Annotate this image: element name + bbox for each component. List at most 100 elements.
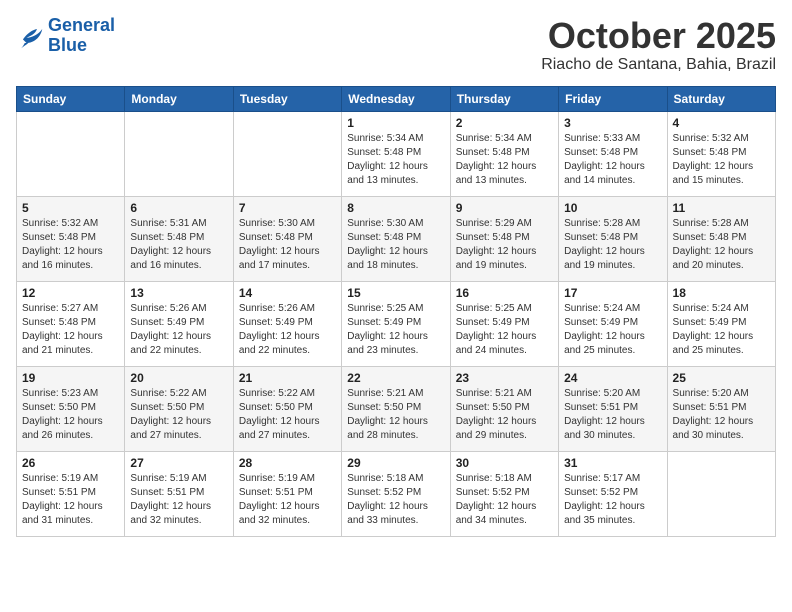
calendar-cell (125, 111, 233, 196)
calendar-cell: 29 Sunrise: 5:18 AM Sunset: 5:52 PM Dayli… (342, 451, 450, 536)
weekday-header-cell: Sunday (17, 86, 125, 111)
calendar-cell: 27 Sunrise: 5:19 AM Sunset: 5:51 PM Dayli… (125, 451, 233, 536)
calendar-cell: 6 Sunrise: 5:31 AM Sunset: 5:48 PM Daylig… (125, 196, 233, 281)
calendar-cell: 10 Sunrise: 5:28 AM Sunset: 5:48 PM Dayli… (559, 196, 667, 281)
calendar-cell (17, 111, 125, 196)
day-info: Sunrise: 5:21 AM Sunset: 5:50 PM Dayligh… (347, 387, 444, 443)
day-number: 18 (673, 286, 770, 300)
logo-line1: General (48, 15, 115, 35)
calendar-week-row: 12 Sunrise: 5:27 AM Sunset: 5:48 PM Dayli… (17, 281, 776, 366)
day-number: 31 (564, 456, 661, 470)
day-number: 19 (22, 371, 119, 385)
calendar-cell: 26 Sunrise: 5:19 AM Sunset: 5:51 PM Dayli… (17, 451, 125, 536)
day-info: Sunrise: 5:26 AM Sunset: 5:49 PM Dayligh… (130, 302, 227, 358)
calendar-cell: 1Sunrise: 5:34 AM Sunset: 5:48 PM Daylig… (342, 111, 450, 196)
calendar-cell: 21 Sunrise: 5:22 AM Sunset: 5:50 PM Dayli… (233, 366, 341, 451)
calendar-cell: 28Sunrise: 5:19 AM Sunset: 5:51 PM Dayli… (233, 451, 341, 536)
calendar-cell: 24 Sunrise: 5:20 AM Sunset: 5:51 PM Dayli… (559, 366, 667, 451)
day-number: 16 (456, 286, 553, 300)
day-info: Sunrise: 5:18 AM Sunset: 5:52 PM Dayligh… (347, 472, 444, 528)
day-number: 13 (130, 286, 227, 300)
day-number: 10 (564, 201, 661, 215)
day-number: 22 (347, 371, 444, 385)
day-number: 26 (22, 456, 119, 470)
weekday-header-cell: Tuesday (233, 86, 341, 111)
title-block: October 2025 Riacho de Santana, Bahia, B… (541, 16, 776, 74)
calendar-cell: 4Sunrise: 5:32 AM Sunset: 5:48 PM Daylig… (667, 111, 775, 196)
calendar-cell: 19 Sunrise: 5:23 AM Sunset: 5:50 PM Dayli… (17, 366, 125, 451)
day-number: 8 (347, 201, 444, 215)
calendar-week-row: 19 Sunrise: 5:23 AM Sunset: 5:50 PM Dayli… (17, 366, 776, 451)
calendar-cell: 3 Sunrise: 5:33 AM Sunset: 5:48 PM Daylig… (559, 111, 667, 196)
day-info: Sunrise: 5:25 AM Sunset: 5:49 PM Dayligh… (347, 302, 444, 358)
calendar-cell: 16 Sunrise: 5:25 AM Sunset: 5:49 PM Dayli… (450, 281, 558, 366)
day-info: Sunrise: 5:31 AM Sunset: 5:48 PM Dayligh… (130, 217, 227, 273)
calendar-cell: 23 Sunrise: 5:21 AM Sunset: 5:50 PM Dayli… (450, 366, 558, 451)
day-info: Sunrise: 5:22 AM Sunset: 5:50 PM Dayligh… (239, 387, 336, 443)
calendar-cell (667, 451, 775, 536)
day-info: Sunrise: 5:34 AM Sunset: 5:48 PM Dayligh… (456, 132, 553, 188)
day-info: Sunrise: 5:20 AM Sunset: 5:51 PM Dayligh… (673, 387, 770, 443)
day-info: Sunrise: 5:33 AM Sunset: 5:48 PM Dayligh… (564, 132, 661, 188)
day-number: 11 (673, 201, 770, 215)
calendar-cell: 9Sunrise: 5:29 AM Sunset: 5:48 PM Daylig… (450, 196, 558, 281)
weekday-header-cell: Wednesday (342, 86, 450, 111)
logo-line2: Blue (48, 35, 87, 55)
day-info: Sunrise: 5:32 AM Sunset: 5:48 PM Dayligh… (22, 217, 119, 273)
calendar-cell: 22 Sunrise: 5:21 AM Sunset: 5:50 PM Dayli… (342, 366, 450, 451)
day-info: Sunrise: 5:22 AM Sunset: 5:50 PM Dayligh… (130, 387, 227, 443)
weekday-header-row: SundayMondayTuesdayWednesdayThursdayFrid… (17, 86, 776, 111)
day-number: 21 (239, 371, 336, 385)
weekday-header-cell: Thursday (450, 86, 558, 111)
logo: General Blue (16, 16, 115, 56)
day-info: Sunrise: 5:19 AM Sunset: 5:51 PM Dayligh… (130, 472, 227, 528)
page-header: General Blue October 2025 Riacho de Sant… (16, 16, 776, 74)
day-number: 23 (456, 371, 553, 385)
day-number: 29 (347, 456, 444, 470)
calendar-cell: 25 Sunrise: 5:20 AM Sunset: 5:51 PM Dayli… (667, 366, 775, 451)
day-number: 27 (130, 456, 227, 470)
weekday-header-cell: Saturday (667, 86, 775, 111)
day-number: 3 (564, 116, 661, 130)
logo-text: General Blue (48, 16, 115, 56)
calendar-cell: 15 Sunrise: 5:25 AM Sunset: 5:49 PM Dayli… (342, 281, 450, 366)
day-info: Sunrise: 5:21 AM Sunset: 5:50 PM Dayligh… (456, 387, 553, 443)
day-info: Sunrise: 5:24 AM Sunset: 5:49 PM Dayligh… (564, 302, 661, 358)
day-number: 6 (130, 201, 227, 215)
day-info: Sunrise: 5:30 AM Sunset: 5:48 PM Dayligh… (347, 217, 444, 273)
day-number: 24 (564, 371, 661, 385)
calendar-cell: 31 Sunrise: 5:17 AM Sunset: 5:52 PM Dayli… (559, 451, 667, 536)
calendar-week-row: 5 Sunrise: 5:32 AM Sunset: 5:48 PM Daylig… (17, 196, 776, 281)
day-info: Sunrise: 5:28 AM Sunset: 5:48 PM Dayligh… (564, 217, 661, 273)
day-number: 9 (456, 201, 553, 215)
day-info: Sunrise: 5:23 AM Sunset: 5:50 PM Dayligh… (22, 387, 119, 443)
calendar-cell: 18Sunrise: 5:24 AM Sunset: 5:49 PM Dayli… (667, 281, 775, 366)
weekday-header-cell: Monday (125, 86, 233, 111)
calendar-cell: 8 Sunrise: 5:30 AM Sunset: 5:48 PM Daylig… (342, 196, 450, 281)
calendar-cell: 5 Sunrise: 5:32 AM Sunset: 5:48 PM Daylig… (17, 196, 125, 281)
calendar-cell: 7Sunrise: 5:30 AM Sunset: 5:48 PM Daylig… (233, 196, 341, 281)
calendar-body: 1 Sunrise: 5:34 AM Sunset: 5:48 PM Daylig… (17, 111, 776, 536)
calendar-week-row: 1 Sunrise: 5:34 AM Sunset: 5:48 PM Daylig… (17, 111, 776, 196)
calendar-cell: 2Sunrise: 5:34 AM Sunset: 5:48 PM Daylig… (450, 111, 558, 196)
month-title: October 2025 (541, 16, 776, 56)
calendar-week-row: 26 Sunrise: 5:19 AM Sunset: 5:51 PM Dayli… (17, 451, 776, 536)
day-number: 1 (347, 116, 444, 130)
day-number: 15 (347, 286, 444, 300)
day-info: Sunrise: 5:25 AM Sunset: 5:49 PM Dayligh… (456, 302, 553, 358)
calendar-cell: 11Sunrise: 5:28 AM Sunset: 5:48 PM Dayli… (667, 196, 775, 281)
calendar-cell: 14Sunrise: 5:26 AM Sunset: 5:49 PM Dayli… (233, 281, 341, 366)
location-subtitle: Riacho de Santana, Bahia, Brazil (541, 56, 776, 74)
day-info: Sunrise: 5:19 AM Sunset: 5:51 PM Dayligh… (22, 472, 119, 528)
calendar-cell: 13 Sunrise: 5:26 AM Sunset: 5:49 PM Dayli… (125, 281, 233, 366)
calendar-cell (233, 111, 341, 196)
day-number: 30 (456, 456, 553, 470)
logo-bird-icon (16, 22, 44, 50)
day-number: 12 (22, 286, 119, 300)
day-info: Sunrise: 5:17 AM Sunset: 5:52 PM Dayligh… (564, 472, 661, 528)
day-info: Sunrise: 5:27 AM Sunset: 5:48 PM Dayligh… (22, 302, 119, 358)
day-number: 5 (22, 201, 119, 215)
day-number: 25 (673, 371, 770, 385)
calendar-table: SundayMondayTuesdayWednesdayThursdayFrid… (16, 86, 776, 537)
day-info: Sunrise: 5:20 AM Sunset: 5:51 PM Dayligh… (564, 387, 661, 443)
